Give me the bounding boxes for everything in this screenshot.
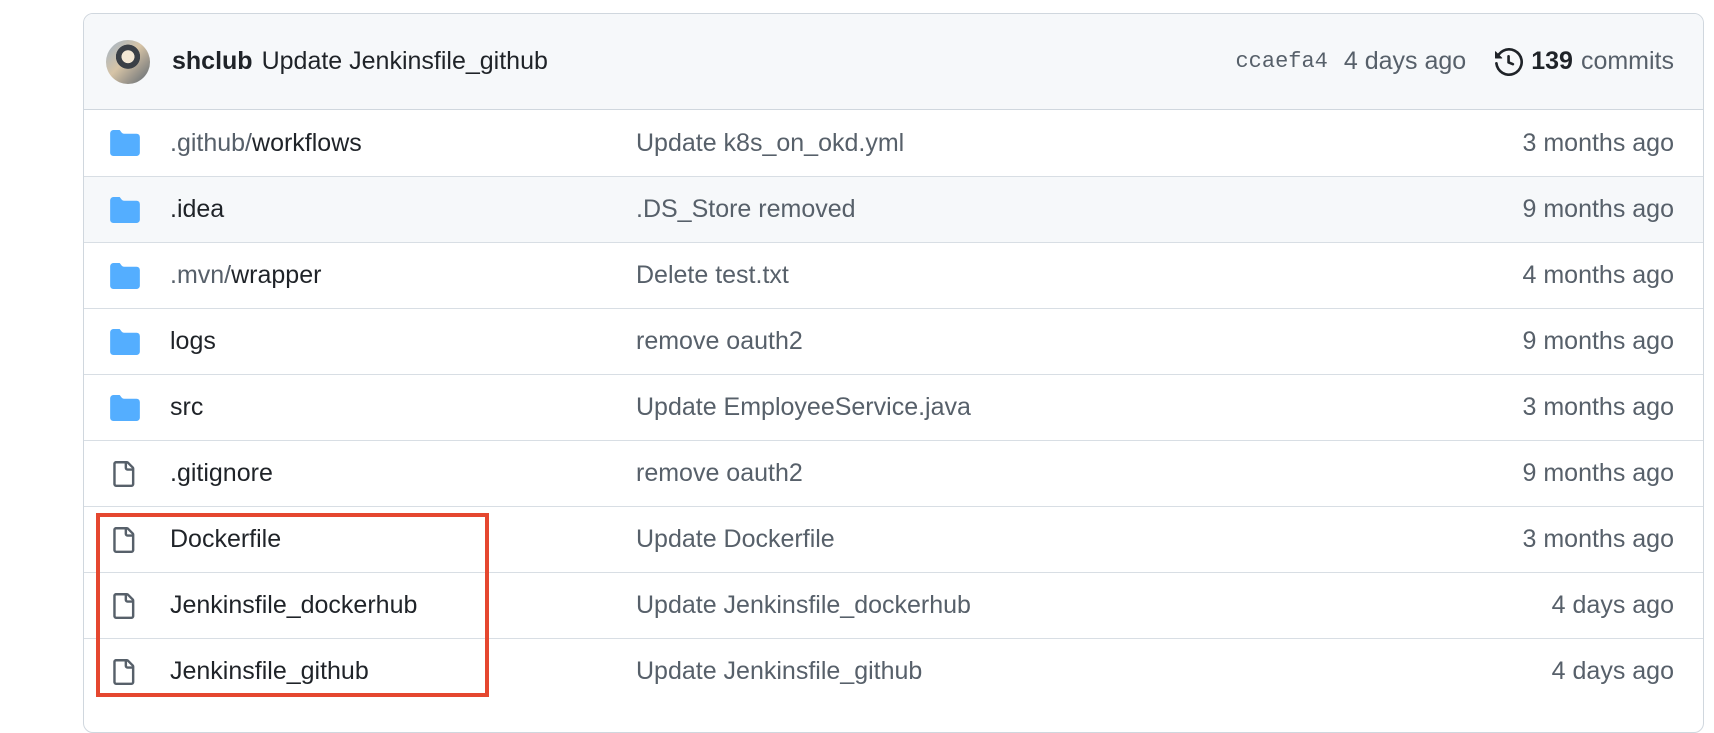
file-commit-message-link[interactable]: Update k8s_on_okd.yml	[636, 129, 1414, 158]
file-commit-message-link[interactable]: Delete test.txt	[636, 261, 1414, 290]
commit-message-link[interactable]: Update Jenkinsfile_github	[262, 47, 548, 76]
file-name[interactable]: Jenkinsfile_github	[170, 657, 369, 685]
file-name-link[interactable]: .mvn/wrapper	[170, 261, 636, 290]
file-commit-age: 9 months ago	[1522, 327, 1675, 355]
author-avatar[interactable]	[106, 39, 150, 84]
commits-label: commits	[1580, 47, 1674, 75]
file-name[interactable]: workflows	[252, 129, 362, 157]
file-name-link[interactable]: .gitignore	[170, 459, 636, 488]
file-commit-message-link[interactable]: Update Dockerfile	[636, 525, 1414, 554]
file-row[interactable]: .idea .DS_Store removed 9 months ago	[84, 176, 1703, 242]
folder-icon	[110, 262, 170, 289]
file-row[interactable]: .gitignore remove oauth2 9 months ago	[84, 440, 1703, 506]
file-commit-message-link[interactable]: Update EmployeeService.java	[636, 393, 1414, 422]
file-row[interactable]: .github/workflows Update k8s_on_okd.yml 3 …	[84, 110, 1703, 176]
file-commit-age: 3 months ago	[1522, 525, 1675, 553]
file-commit-age: 4 days ago	[1551, 591, 1674, 619]
file-commit-age: 4 days ago	[1551, 657, 1674, 685]
file-name-link[interactable]: Jenkinsfile_dockerhub	[170, 591, 636, 620]
commits-history-link[interactable]: 139 commits	[1495, 47, 1674, 76]
file-name[interactable]: .idea	[170, 195, 224, 223]
file-name-link[interactable]: src	[170, 393, 636, 422]
file-row[interactable]: logs remove oauth2 9 months ago	[84, 308, 1703, 374]
folder-icon	[110, 394, 170, 421]
file-row[interactable]: Jenkinsfile_github Update Jenkinsfile_git…	[84, 638, 1703, 704]
commit-sha-link[interactable]: ccaefa4	[1235, 49, 1327, 74]
file-icon	[110, 459, 170, 489]
file-commit-message-link[interactable]: Update Jenkinsfile_github	[636, 657, 1414, 686]
file-row[interactable]: src Update EmployeeService.java 3 months a…	[84, 374, 1703, 440]
file-icon	[110, 591, 170, 621]
latest-commit-bar: shclub Update Jenkinsfile_github ccaefa4…	[84, 14, 1703, 110]
folder-icon	[110, 130, 170, 156]
commit-age: 4 days ago	[1343, 47, 1467, 75]
file-list: .github/workflows Update k8s_on_okd.yml 3 …	[84, 110, 1703, 704]
file-commit-age: 3 months ago	[1522, 393, 1675, 421]
file-commit-age: 3 months ago	[1522, 128, 1675, 157]
file-name[interactable]: src	[170, 393, 203, 421]
file-commit-message-link[interactable]: remove oauth2	[636, 327, 1414, 356]
commit-author-link[interactable]: shclub	[172, 47, 253, 76]
repo-file-browser: shclub Update Jenkinsfile_github ccaefa4…	[83, 13, 1704, 733]
file-commit-message-link[interactable]: .DS_Store removed	[636, 195, 1414, 224]
file-icon	[110, 657, 170, 687]
file-row[interactable]: Jenkinsfile_dockerhub Update Jenkinsfile_…	[84, 572, 1703, 638]
file-name[interactable]: wrapper	[231, 261, 321, 289]
file-commit-age: 9 months ago	[1522, 195, 1675, 223]
file-commit-age: 9 months ago	[1522, 459, 1675, 487]
history-icon	[1495, 47, 1524, 76]
folder-icon	[110, 328, 170, 355]
file-row[interactable]: .mvn/wrapper Delete test.txt 4 months ago	[84, 242, 1703, 308]
path-prefix[interactable]: .github/	[170, 129, 252, 157]
file-name-link[interactable]: Dockerfile	[170, 525, 636, 554]
file-name[interactable]: Jenkinsfile_dockerhub	[170, 591, 417, 619]
path-prefix[interactable]: .mvn/	[170, 261, 231, 289]
file-commit-age: 4 months ago	[1522, 261, 1675, 289]
file-name-link[interactable]: Jenkinsfile_github	[170, 657, 636, 686]
file-name-link[interactable]: .github/workflows	[170, 129, 636, 158]
file-name[interactable]: logs	[170, 327, 216, 355]
file-name[interactable]: .gitignore	[170, 459, 273, 487]
folder-icon	[110, 196, 170, 223]
commits-count: 139	[1531, 47, 1573, 75]
file-icon	[110, 525, 170, 555]
file-name-link[interactable]: logs	[170, 327, 636, 356]
file-name[interactable]: Dockerfile	[170, 525, 281, 553]
file-row[interactable]: Dockerfile Update Dockerfile 3 months ago	[84, 506, 1703, 572]
file-name-link[interactable]: .idea	[170, 195, 636, 224]
file-commit-message-link[interactable]: Update Jenkinsfile_dockerhub	[636, 591, 1414, 620]
file-commit-message-link[interactable]: remove oauth2	[636, 459, 1414, 488]
